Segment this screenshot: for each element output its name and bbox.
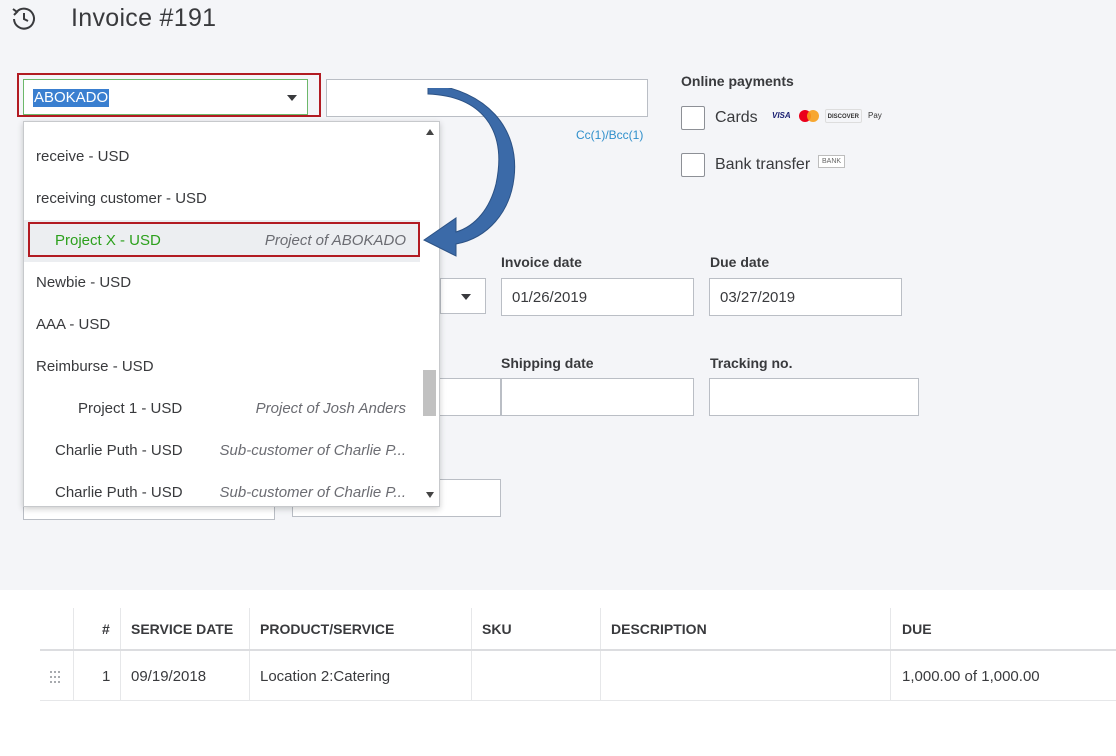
discover-logo-icon: DISCOVER [824, 109, 863, 123]
row-product[interactable]: Location 2:Catering [260, 668, 390, 685]
row-due: 1,000.00 of 1,000.00 [902, 668, 1040, 685]
apple-pay-logo-icon: Pay [868, 111, 882, 120]
bank-badge-icon: BANK [818, 155, 846, 168]
online-payments-title: Online payments [681, 73, 794, 89]
dropdown-item[interactable]: Reimburse - USD [24, 346, 420, 388]
terms-select[interactable] [440, 278, 486, 314]
dropdown-item-name: Charlie Puth - USD [55, 442, 183, 459]
invoice-date-input[interactable]: 01/26/2019 [501, 278, 694, 316]
customer-highlight-box [17, 73, 321, 117]
shipping-date-input[interactable] [501, 378, 694, 416]
table-header-divider [40, 649, 1116, 651]
column-header-service-date: SERVICE DATE [131, 621, 234, 637]
dropdown-item-sub: Project of Josh Anders [255, 400, 406, 417]
column-divider [73, 608, 74, 701]
dropdown-item-name: Newbie - USD [36, 274, 132, 291]
history-clock-icon[interactable] [8, 4, 40, 34]
dropdown-item-name: receive - USD [36, 148, 130, 165]
curved-arrow-icon [423, 88, 516, 257]
dropdown-item[interactable]: Charlie Puth - USD Sub-customer of Charl… [24, 430, 420, 472]
card-logos: VISA DISCOVER Pay [770, 109, 884, 123]
column-divider [890, 608, 891, 701]
dropdown-item-name: Charlie Puth - USD [55, 484, 183, 501]
selected-item-highlight-box [28, 222, 420, 257]
scroll-down-icon[interactable] [426, 492, 434, 498]
dropdown-item[interactable]: receiving customer - USD [24, 178, 420, 220]
column-header-sku: SKU [482, 621, 512, 637]
column-divider [249, 608, 250, 701]
visa-logo-icon: VISA [772, 111, 791, 120]
row-service-date[interactable]: 09/19/2018 [131, 668, 206, 685]
dropdown-item[interactable]: Newbie - USD [24, 262, 420, 304]
cards-checkbox[interactable] [681, 106, 705, 130]
bank-transfer-label: Bank transfer [715, 156, 811, 173]
due-date-label: Due date [710, 254, 770, 270]
column-header-product: PRODUCT/SERVICE [260, 621, 395, 637]
drag-handle-icon[interactable] [49, 670, 61, 684]
page-title: Invoice #191 [71, 4, 217, 32]
column-header-due: DUE [902, 621, 932, 637]
tracking-no-input[interactable] [709, 378, 919, 416]
chevron-down-icon[interactable] [461, 294, 471, 300]
customer-dropdown-list[interactable]: receive - USD receiving customer - USD P… [23, 121, 440, 507]
dropdown-item[interactable]: AAA - USD [24, 304, 420, 346]
shipping-date-label: Shipping date [501, 355, 594, 371]
column-header-description: DESCRIPTION [611, 621, 707, 637]
dropdown-item-name: receiving customer - USD [36, 190, 207, 207]
column-divider [600, 608, 601, 701]
dropdown-item[interactable]: Charlie Puth - USD Sub-customer of Charl… [24, 472, 420, 506]
column-divider [471, 608, 472, 701]
tracking-no-label: Tracking no. [710, 355, 793, 371]
dropdown-item-name: Reimburse - USD [36, 358, 154, 375]
column-divider [120, 608, 121, 701]
dropdown-item-name: Project 1 - USD [78, 400, 183, 417]
dropdown-item[interactable]: Project 1 - USD Project of Josh Anders [24, 388, 420, 430]
dropdown-item-sub: Sub-customer of Charlie P... [219, 484, 406, 501]
ship-via-input[interactable] [430, 378, 501, 416]
dropdown-item-name: AAA - USD [36, 316, 111, 333]
due-date-input[interactable]: 03/27/2019 [709, 278, 902, 316]
dropdown-item-sub: Sub-customer of Charlie P... [219, 442, 406, 459]
column-header-number: # [102, 621, 110, 637]
cards-label: Cards [715, 109, 758, 126]
mastercard-logo-icon [797, 109, 821, 123]
bank-transfer-checkbox[interactable] [681, 153, 705, 177]
dropdown-item[interactable]: receive - USD [24, 136, 420, 178]
table-row-divider [40, 700, 1116, 701]
scrollbar-thumb[interactable] [423, 370, 436, 416]
cc-bcc-link[interactable]: Cc(1)/Bcc(1) [576, 128, 643, 142]
row-number: 1 [102, 668, 111, 685]
